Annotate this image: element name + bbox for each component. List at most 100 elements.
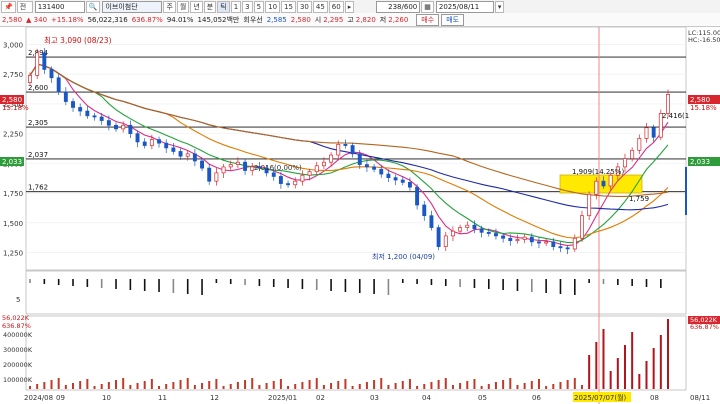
candle-body[interactable] (422, 204, 427, 217)
candle-body[interactable] (630, 149, 635, 159)
candle-body[interactable] (608, 174, 613, 187)
period-button[interactable]: 3 (242, 0, 253, 13)
candle-body[interactable] (515, 239, 520, 242)
candle-body[interactable] (63, 91, 68, 102)
candle-body[interactable] (450, 230, 455, 237)
candle-body[interactable] (644, 127, 649, 139)
candle-body[interactable] (78, 107, 83, 112)
candle-body[interactable] (651, 127, 656, 138)
candle-body[interactable] (436, 227, 441, 247)
candle-body[interactable] (92, 115, 97, 118)
period-button[interactable]: 월 (176, 0, 190, 13)
candle-body[interactable] (594, 180, 599, 195)
candle-body[interactable] (106, 120, 111, 126)
candle-body[interactable] (364, 164, 369, 168)
candle-body[interactable] (544, 241, 549, 244)
candle-body[interactable] (35, 52, 40, 76)
candle-body[interactable] (321, 161, 326, 167)
candle-body[interactable] (149, 139, 154, 146)
candle-body[interactable] (99, 116, 104, 121)
candle-body[interactable] (551, 241, 556, 247)
candle-body[interactable] (522, 236, 527, 240)
period-button[interactable]: 10 (265, 0, 281, 13)
candle-body[interactable] (329, 154, 334, 163)
candle-body[interactable] (465, 224, 470, 228)
candle-body[interactable] (494, 233, 498, 237)
candle-body[interactable] (228, 164, 233, 168)
candle-body[interactable] (157, 139, 161, 144)
candle-body[interactable] (486, 231, 491, 234)
company-name-field[interactable]: 이브이첨단 (102, 0, 163, 13)
candle-body[interactable] (135, 133, 140, 143)
candle-body[interactable] (565, 247, 570, 250)
period-step-icon[interactable]: ▸ (344, 0, 355, 13)
candle-body[interactable] (623, 158, 627, 168)
price-chart[interactable]: 1,2501,5001,7502,0002,2502,5002,7503,000… (0, 27, 720, 404)
candle-body[interactable] (393, 177, 398, 181)
candle-body[interactable] (28, 75, 32, 83)
candle-body[interactable] (407, 182, 412, 188)
candle-body[interactable] (271, 172, 276, 177)
candle-body[interactable] (221, 166, 226, 174)
candle-body[interactable] (235, 161, 240, 165)
candle-body[interactable] (357, 153, 362, 165)
candle-body[interactable] (372, 166, 377, 170)
candle-body[interactable] (400, 179, 405, 183)
period-button[interactable]: 60 (328, 0, 344, 13)
candle-body[interactable] (178, 151, 183, 157)
candle-body[interactable] (472, 224, 477, 230)
candle-body[interactable] (142, 141, 147, 146)
search-icon[interactable]: 🔍 (85, 0, 101, 13)
period-button[interactable]: 15 (281, 0, 296, 13)
candle-body[interactable] (580, 215, 584, 239)
candle-body[interactable] (343, 143, 348, 146)
date-field[interactable]: 2025/08/11 (435, 0, 494, 13)
candle-body[interactable] (200, 160, 204, 169)
candle-body[interactable] (85, 110, 90, 117)
candle-body[interactable] (164, 142, 169, 149)
candle-body[interactable] (49, 69, 54, 79)
period-button[interactable]: 5 (253, 0, 265, 13)
candle-body[interactable] (128, 124, 133, 134)
period-button[interactable]: 30 (296, 0, 312, 13)
period-button[interactable]: 1 (230, 0, 242, 13)
candle-body[interactable] (458, 227, 463, 232)
candle-body[interactable] (501, 235, 506, 239)
candle-body[interactable] (171, 147, 176, 152)
candle-body[interactable] (121, 124, 126, 130)
candle-body[interactable] (529, 236, 534, 243)
period-button[interactable]: 주 (163, 0, 176, 13)
candle-body[interactable] (207, 167, 212, 182)
candle-body[interactable] (572, 237, 577, 250)
candle-body[interactable] (278, 176, 283, 184)
candle-body[interactable] (350, 145, 355, 155)
candle-body[interactable] (666, 94, 670, 114)
period-button[interactable]: 분 (203, 0, 217, 13)
market-select[interactable]: 전 (16, 0, 33, 13)
candle-body[interactable] (185, 153, 190, 157)
candle-body[interactable] (429, 215, 434, 228)
candle-body[interactable] (537, 241, 541, 244)
candle-body[interactable] (214, 172, 219, 182)
candle-body[interactable] (558, 246, 563, 249)
calendar-picker-icon[interactable]: ▾ (494, 0, 505, 13)
candle-body[interactable] (601, 180, 606, 187)
candle-body[interactable] (314, 165, 319, 173)
candle-body[interactable] (637, 138, 642, 151)
candle-body[interactable] (379, 168, 384, 175)
pin-icon[interactable]: 📌 (1, 0, 16, 13)
candle-body[interactable] (479, 228, 484, 233)
candle-count-field[interactable]: 238/600 (376, 0, 421, 13)
period-button[interactable]: 년 (190, 0, 203, 13)
highlight-box[interactable] (559, 174, 643, 194)
candle-body[interactable] (508, 237, 513, 242)
period-button[interactable]: 45 (312, 0, 328, 13)
candle-body[interactable] (243, 161, 248, 171)
candle-body[interactable] (42, 52, 47, 70)
candle-body[interactable] (386, 173, 391, 178)
sell-button[interactable]: 매도 (441, 13, 465, 26)
candle-body[interactable] (587, 193, 592, 217)
candle-body[interactable] (286, 183, 291, 186)
candle-body[interactable] (192, 153, 197, 162)
calendar-icon[interactable]: ▦ (421, 0, 434, 13)
